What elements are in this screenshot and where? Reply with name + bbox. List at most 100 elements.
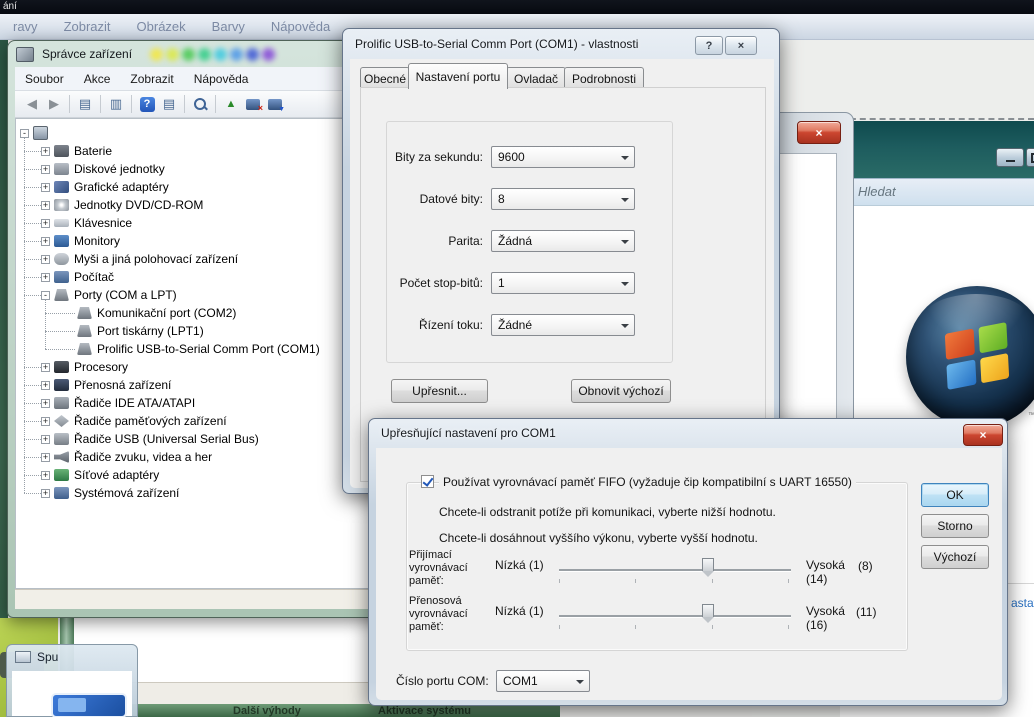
dm-menu-action[interactable]: Akce [74, 72, 121, 86]
dm-menu-file[interactable]: Soubor [15, 72, 74, 86]
tab-port-settings[interactable]: Nastavení portu [408, 63, 508, 89]
dm-menu-help[interactable]: Nápověda [184, 72, 259, 86]
expand-toggle[interactable]: + [41, 489, 50, 498]
expand-toggle[interactable]: + [41, 399, 50, 408]
close-button[interactable]: × [797, 121, 841, 144]
tree-label[interactable]: Procesory [74, 360, 128, 374]
restore-defaults-button[interactable]: Obnovit výchozí [571, 379, 671, 403]
close-icon: × [815, 126, 822, 140]
slider-tick [712, 625, 713, 629]
expand-toggle[interactable]: + [41, 147, 50, 156]
ok-button[interactable]: OK [921, 483, 989, 507]
receive-buffer-slider-thumb[interactable] [702, 558, 714, 571]
transmit-buffer-slider-track[interactable] [559, 615, 791, 617]
tree-label[interactable]: Jednotky DVD/CD-ROM [74, 198, 203, 212]
fifo-checkbox[interactable] [421, 475, 434, 488]
toolbar-scan-hardware-button[interactable] [189, 94, 211, 114]
search-input[interactable]: Hledat [843, 178, 1034, 206]
field-row: Počet stop-bitů: 1 [388, 272, 671, 294]
tree-label[interactable]: Port tiskárny (LPT1) [97, 324, 204, 338]
advanced-button[interactable]: Upřesnit... [391, 379, 488, 403]
expand-toggle[interactable]: + [41, 165, 50, 174]
parity-combobox[interactable]: Žádná [491, 230, 635, 252]
expand-toggle[interactable]: + [41, 237, 50, 246]
tree-label[interactable]: Řadiče USB (Universal Serial Bus) [74, 432, 259, 446]
minimize-button[interactable] [996, 148, 1024, 167]
minimize-icon [1006, 160, 1015, 162]
expand-toggle[interactable]: - [41, 291, 50, 300]
tree-label[interactable]: Myši a jiná polohovací zařízení [74, 252, 238, 266]
paint-titlebar[interactable]: ání [0, 0, 1034, 14]
maximize-button[interactable] [1026, 148, 1034, 167]
fifo-label[interactable]: Používat vyrovnávací paměť FIFO (vyžaduj… [439, 475, 856, 489]
toolbar-scan-changes-button[interactable]: ▼ [264, 94, 286, 114]
menu-item-colors[interactable]: Barvy [199, 19, 258, 34]
tab-details[interactable]: Podrobnosti [564, 67, 644, 89]
receive-buffer-slider-track[interactable] [559, 569, 791, 571]
flow-control-combobox[interactable]: Žádné [491, 314, 635, 336]
nav-back-button[interactable]: ◀ [21, 94, 43, 114]
tree-label[interactable]: Počítač [74, 270, 114, 284]
toolbar-help-button[interactable]: ? [136, 94, 158, 114]
transmit-buffer-slider-thumb[interactable] [702, 604, 714, 617]
tree-label[interactable]: Komunikační port (COM2) [97, 306, 236, 320]
tree-label[interactable]: Klávesnice [74, 216, 132, 230]
tree-label[interactable]: Monitory [74, 234, 120, 248]
bits-per-second-combobox[interactable]: 9600 [491, 146, 635, 168]
tree-label[interactable]: Řadiče paměťových zařízení [74, 414, 227, 428]
cancel-button[interactable]: Storno [921, 514, 989, 538]
run-window: Spu [6, 644, 138, 717]
expand-toggle[interactable]: + [41, 255, 50, 264]
expand-toggle[interactable]: + [41, 417, 50, 426]
expand-toggle[interactable]: + [41, 363, 50, 372]
settings-link-fragment[interactable]: astav [1011, 596, 1034, 610]
nav-forward-button[interactable]: ▶ [43, 94, 65, 114]
tree-label[interactable]: Řadiče zvuku, videa a her [74, 450, 212, 464]
menu-item-view[interactable]: Zobrazit [51, 19, 124, 34]
menu-item-help[interactable]: Nápověda [258, 19, 343, 34]
expand-toggle[interactable]: + [41, 381, 50, 390]
tab-general[interactable]: Obecné [360, 67, 410, 89]
tree-label[interactable]: Přenosná zařízení [74, 378, 171, 392]
expand-toggle[interactable]: + [41, 273, 50, 282]
close-button[interactable]: × [725, 36, 757, 55]
toolbar-console-tree-button[interactable]: ▤ [74, 94, 96, 114]
tree-label[interactable]: Baterie [74, 144, 112, 158]
slider-tick [635, 579, 636, 583]
toolbar-panel-button[interactable]: ▤ [158, 94, 180, 114]
menu-item-edit[interactable]: ravy [0, 19, 51, 34]
toolbar-update-driver-button[interactable]: ▲ [220, 94, 242, 114]
tree-label[interactable]: Řadiče IDE ATA/ATAPI [74, 396, 195, 410]
dropdown-arrow-icon [621, 282, 629, 286]
field-row: Bity za sekundu: 9600 [388, 146, 671, 168]
expand-toggle[interactable]: + [41, 183, 50, 192]
expand-toggle[interactable]: + [41, 201, 50, 210]
toolbar-uninstall-button[interactable]: × [242, 94, 264, 114]
expand-toggle[interactable]: + [41, 471, 50, 480]
data-bits-combobox[interactable]: 8 [491, 188, 635, 210]
tree-label[interactable]: Prolific USB-to-Serial Comm Port (COM1) [97, 342, 320, 356]
com-port-combobox[interactable]: COM1 [496, 670, 590, 692]
defaults-button[interactable]: Výchozí [921, 545, 989, 569]
run-titlebar[interactable]: Spu [15, 650, 58, 664]
tree-label[interactable]: Grafické adaptéry [74, 180, 169, 194]
activation-text: Aktivace systému [378, 705, 471, 717]
help-button[interactable]: ? [695, 36, 723, 55]
stop-bits-combobox[interactable]: 1 [491, 272, 635, 294]
tree-label[interactable]: Porty (COM a LPT) [74, 288, 177, 302]
tree-label[interactable]: Systémová zařízení [74, 486, 179, 500]
tab-driver[interactable]: Ovladač [506, 67, 566, 89]
toolbar-properties-button[interactable]: ▥ [105, 94, 127, 114]
close-button[interactable]: × [963, 424, 1003, 446]
help-icon: ? [140, 97, 155, 112]
expand-toggle[interactable]: - [20, 129, 29, 138]
expand-toggle[interactable]: + [41, 453, 50, 462]
field-label: Datové bity: [388, 192, 483, 206]
expand-toggle[interactable]: + [41, 219, 50, 228]
battery-icon [54, 145, 69, 157]
tree-label[interactable]: Diskové jednotky [74, 162, 165, 176]
tree-label[interactable]: Síťové adaptéry [74, 468, 159, 482]
menu-item-image[interactable]: Obrázek [124, 19, 199, 34]
dm-menu-view[interactable]: Zobrazit [120, 72, 183, 86]
expand-toggle[interactable]: + [41, 435, 50, 444]
